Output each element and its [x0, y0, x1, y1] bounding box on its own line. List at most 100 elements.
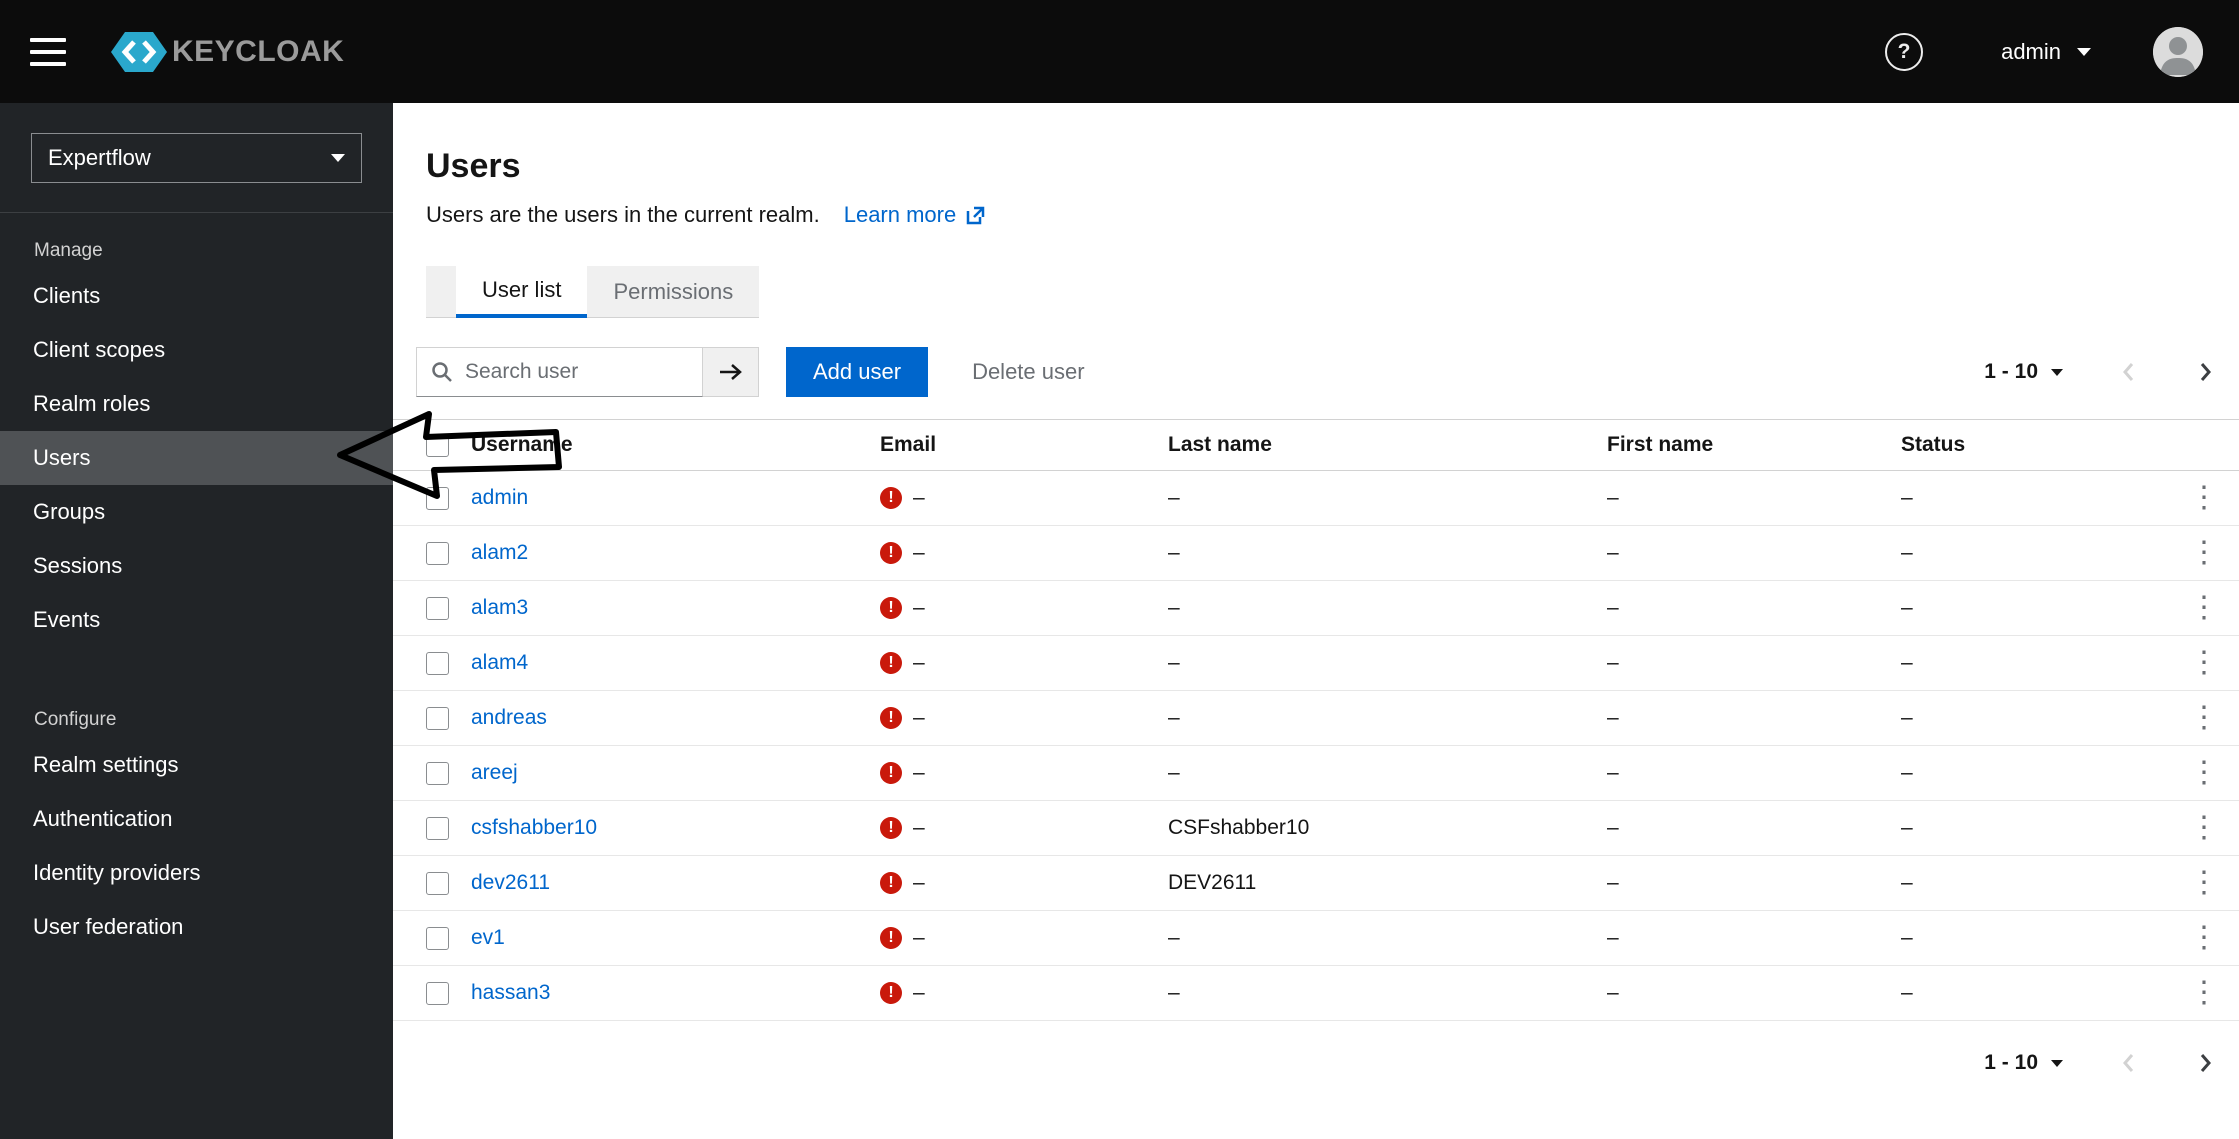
tabs: User list Permissions: [426, 266, 2239, 318]
nav-section-label: Configure: [34, 709, 117, 730]
chevron-down-icon: [2077, 47, 2091, 56]
row-checkbox[interactable]: [426, 651, 449, 675]
row-checkbox[interactable]: [426, 981, 449, 1005]
pagination-dropdown-caret-icon[interactable]: [2051, 368, 2063, 376]
email-value: –: [913, 651, 925, 674]
username-link[interactable]: areej: [471, 761, 518, 784]
select-all-checkbox[interactable]: [426, 433, 449, 457]
status-value: –: [1901, 926, 1913, 949]
learn-more-link[interactable]: Learn more: [844, 202, 987, 228]
status-value: –: [1901, 816, 1913, 839]
email-warning-icon: !: [880, 597, 902, 619]
sidebar-item-user-federation[interactable]: User federation: [0, 900, 393, 954]
main-content: Users Users are the users in the current…: [393, 103, 2239, 1139]
tab-user-list[interactable]: User list: [456, 266, 588, 318]
email-warning-icon: !: [880, 487, 902, 509]
hamburger-menu-icon[interactable]: [30, 25, 84, 79]
kebab-menu-button[interactable]: ⋮: [2189, 921, 2219, 954]
search-submit-button[interactable]: [703, 347, 759, 397]
status-value: –: [1901, 981, 1913, 1004]
sidebar-item-users[interactable]: Users: [0, 431, 393, 485]
username-link[interactable]: ev1: [471, 926, 505, 949]
kebab-menu-button[interactable]: ⋮: [2189, 536, 2219, 569]
realm-selector[interactable]: Expertflow: [31, 133, 362, 183]
email-warning-icon: !: [880, 872, 902, 894]
sidebar-item-sessions[interactable]: Sessions: [0, 539, 393, 593]
help-icon[interactable]: ?: [1885, 32, 1924, 71]
realm-name: Expertflow: [48, 145, 151, 170]
firstname-value: –: [1607, 871, 1619, 894]
username-link[interactable]: admin: [471, 486, 528, 509]
row-checkbox[interactable]: [426, 706, 449, 730]
username-link[interactable]: dev2611: [471, 871, 550, 894]
tab-permissions[interactable]: Permissions: [587, 266, 760, 318]
sidebar-item-clients[interactable]: Clients: [0, 269, 393, 323]
column-header-username: Username: [471, 433, 573, 456]
kebab-menu-button[interactable]: ⋮: [2189, 756, 2219, 789]
prev-page-button[interactable]: [2121, 360, 2136, 384]
email-warning-icon: !: [880, 542, 902, 564]
users-table: Username Email Last name First name Stat…: [393, 419, 2239, 1021]
page-title: Users: [426, 147, 521, 185]
row-checkbox[interactable]: [426, 816, 449, 840]
firstname-value: –: [1607, 596, 1619, 619]
user-menu[interactable]: admin: [2001, 39, 2091, 65]
username-link[interactable]: alam4: [471, 651, 528, 674]
email-warning-icon: !: [880, 652, 902, 674]
column-header-email: Email: [880, 433, 937, 456]
sidebar-item-groups[interactable]: Groups: [0, 485, 393, 539]
row-checkbox[interactable]: [426, 541, 449, 565]
next-page-button[interactable]: [2198, 1051, 2213, 1075]
table-row: hassan3 ! – – – – ⋮: [393, 966, 2239, 1021]
username-link[interactable]: csfshabber10: [471, 816, 597, 839]
pagination-dropdown-caret-icon[interactable]: [2051, 1059, 2063, 1067]
email-value: –: [913, 541, 925, 564]
row-checkbox[interactable]: [426, 761, 449, 785]
add-user-button[interactable]: Add user: [786, 347, 929, 397]
username-link[interactable]: andreas: [471, 706, 547, 729]
username-link[interactable]: alam3: [471, 596, 528, 619]
sidebar-item-events[interactable]: Events: [0, 593, 393, 647]
chevron-left-icon: [2123, 363, 2134, 381]
username-link[interactable]: alam2: [471, 541, 528, 564]
avatar[interactable]: [2153, 26, 2203, 77]
page-header: Users Users are the users in the current…: [393, 103, 2239, 228]
search-input[interactable]: [416, 347, 703, 397]
sidebar-item-identity-providers[interactable]: Identity providers: [0, 846, 393, 900]
row-checkbox[interactable]: [426, 486, 449, 510]
row-checkbox[interactable]: [426, 926, 449, 950]
row-checkbox[interactable]: [426, 596, 449, 620]
sidebar-item-authentication[interactable]: Authentication: [0, 792, 393, 846]
sidebar-item-realm-roles[interactable]: Realm roles: [0, 377, 393, 431]
kebab-menu-button[interactable]: ⋮: [2189, 866, 2219, 899]
table-row: alam3 ! – – – – ⋮: [393, 581, 2239, 636]
keycloak-logo[interactable]: KEYCLOAK: [110, 30, 344, 74]
masthead: KEYCLOAK ? admin: [0, 0, 2239, 103]
sidebar-item-client-scopes[interactable]: Client scopes: [0, 323, 393, 377]
page-subtitle: Users are the users in the current realm…: [426, 202, 820, 227]
lastname-value: –: [1168, 981, 1180, 1004]
keycloak-logo-icon: [111, 31, 167, 72]
kebab-menu-button[interactable]: ⋮: [2189, 481, 2219, 514]
email-value: –: [913, 871, 925, 894]
nav-section-manage: Manage Clients Client scopes Realm roles…: [0, 240, 393, 647]
kebab-menu-button[interactable]: ⋮: [2189, 811, 2219, 844]
firstname-value: –: [1607, 926, 1619, 949]
lastname-value: –: [1168, 926, 1180, 949]
kebab-menu-button[interactable]: ⋮: [2189, 591, 2219, 624]
sidebar-item-realm-settings[interactable]: Realm settings: [0, 738, 393, 792]
kebab-menu-button[interactable]: ⋮: [2189, 646, 2219, 679]
status-value: –: [1901, 651, 1913, 674]
lastname-value: –: [1168, 596, 1180, 619]
kebab-menu-button[interactable]: ⋮: [2189, 976, 2219, 1009]
prev-page-button[interactable]: [2121, 1051, 2136, 1075]
chevron-left-icon: [2123, 1054, 2134, 1072]
row-checkbox[interactable]: [426, 871, 449, 895]
firstname-value: –: [1607, 706, 1619, 729]
next-page-button[interactable]: [2198, 360, 2213, 384]
firstname-value: –: [1607, 651, 1619, 674]
lastname-value: DEV2611: [1168, 871, 1257, 894]
username-link[interactable]: hassan3: [471, 981, 550, 1004]
delete-user-button[interactable]: Delete user: [972, 359, 1085, 385]
kebab-menu-button[interactable]: ⋮: [2189, 701, 2219, 734]
